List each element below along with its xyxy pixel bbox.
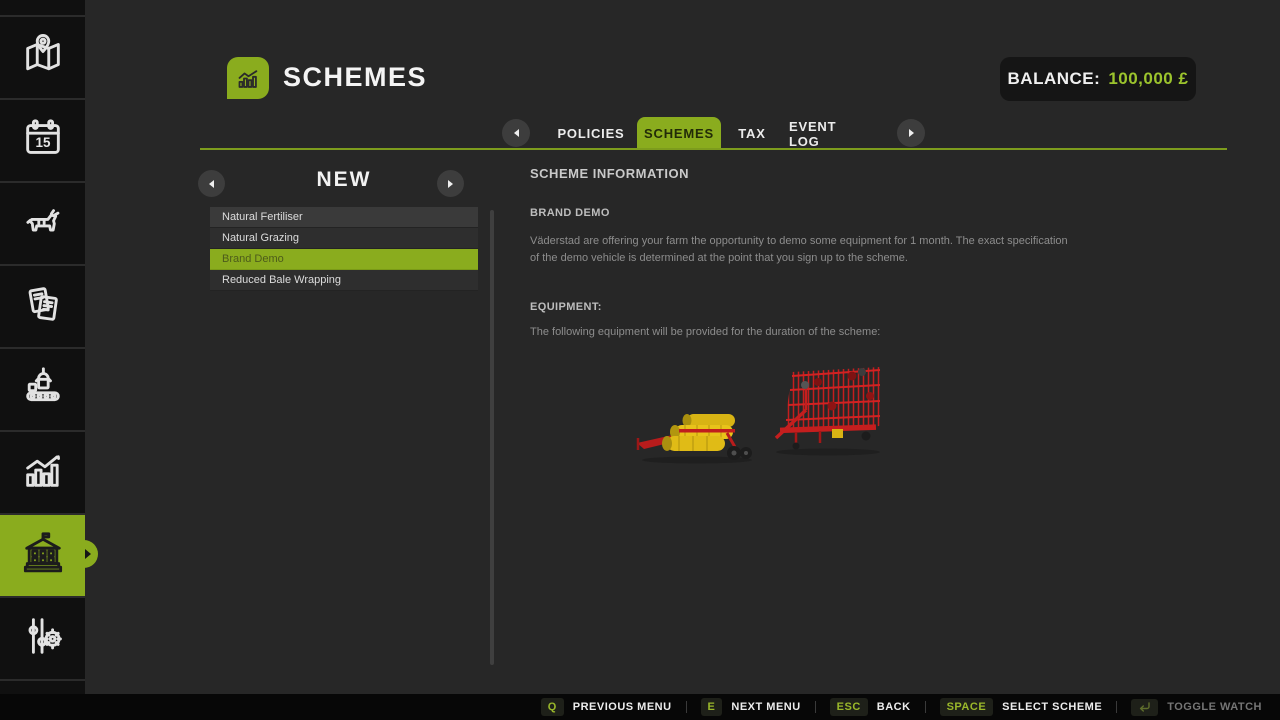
map-icon <box>20 32 66 83</box>
equipment-image-harrow <box>766 362 888 458</box>
page-title: SCHEMES <box>283 62 427 93</box>
hint-separator <box>1116 701 1117 713</box>
tabs-prev-button[interactable] <box>502 119 530 147</box>
active-item-bump <box>70 540 98 568</box>
hint-next-menu: E NEXT MENU <box>701 698 801 716</box>
sidebar-item-animals[interactable] <box>0 181 85 264</box>
return-arrow-icon <box>1131 699 1158 716</box>
sidebar-item-production[interactable] <box>0 347 85 430</box>
hint-separator <box>925 701 926 713</box>
calendar-icon: 15 <box>20 115 66 166</box>
balance-value: 100,000 £ <box>1108 69 1188 89</box>
next-arrow-icon <box>909 129 914 137</box>
bar-chart-icon <box>235 65 262 92</box>
sidebar: 15 <box>0 0 85 694</box>
sidebar-item-map[interactable] <box>0 15 85 98</box>
tabs-next-button[interactable] <box>897 119 925 147</box>
balance-display: BALANCE: 100,000 £ <box>1000 57 1196 101</box>
hint-previous-menu: Q PREVIOUS MENU <box>541 698 672 716</box>
contracts-icon <box>20 281 66 332</box>
tab-schemes[interactable]: SCHEMES <box>637 117 721 150</box>
keyboard-hints-bar: Q PREVIOUS MENU E NEXT MENU ESC BACK SPA… <box>0 694 1280 720</box>
svg-text:15: 15 <box>35 135 50 150</box>
scheme-description: Väderstad are offering your farm the opp… <box>530 233 1070 267</box>
key-esc: ESC <box>830 698 868 716</box>
sidebar-item-statistics[interactable] <box>0 430 85 513</box>
tab-event-log[interactable]: EVENT LOG <box>789 117 869 150</box>
schemes-page-icon <box>227 57 269 99</box>
next-arrow-icon <box>448 180 453 188</box>
key-q: Q <box>541 698 564 716</box>
hint-back: ESC BACK <box>830 698 911 716</box>
equipment-title: EQUIPMENT: <box>530 301 602 313</box>
list-item-reduced-bale-wrapping[interactable]: Reduced Bale Wrapping <box>210 270 478 291</box>
active-item-arrow-icon <box>85 549 91 559</box>
tabs-underline <box>200 148 1227 150</box>
list-item-natural-grazing[interactable]: Natural Grazing <box>210 228 478 249</box>
sidebar-item-calendar[interactable]: 15 <box>0 98 85 181</box>
sidebar-item-settings[interactable] <box>0 596 85 679</box>
equipment-text: The following equipment will be provided… <box>530 326 880 338</box>
schemes-screen: 15 <box>0 0 1280 720</box>
tab-policies[interactable]: POLICIES <box>557 117 625 150</box>
key-e: E <box>701 698 723 716</box>
prev-arrow-icon <box>514 129 519 137</box>
statistics-icon <box>20 447 66 498</box>
list-next-button[interactable] <box>437 170 464 197</box>
sidebar-divider <box>0 679 85 681</box>
bank-icon <box>20 530 66 581</box>
cow-icon <box>20 198 66 249</box>
settings-sliders-gear-icon <box>20 613 66 664</box>
equipment-image-roller <box>635 403 760 465</box>
hint-separator <box>686 701 687 713</box>
scheme-name: BRAND DEMO <box>530 207 610 219</box>
production-icon <box>20 364 66 415</box>
list-item-natural-fertiliser[interactable]: Natural Fertiliser <box>210 207 478 228</box>
tab-tax[interactable]: TAX <box>731 117 773 150</box>
key-space: SPACE <box>940 698 994 716</box>
hint-toggle-watch: TOGGLE WATCH <box>1131 699 1262 716</box>
hint-separator <box>815 701 816 713</box>
hint-select-scheme: SPACE SELECT SCHEME <box>940 698 1103 716</box>
balance-label: BALANCE: <box>1008 69 1101 89</box>
scheme-info-title: SCHEME INFORMATION <box>530 166 689 181</box>
list-item-brand-demo[interactable]: Brand Demo <box>210 249 478 270</box>
sidebar-item-contracts[interactable] <box>0 264 85 347</box>
scheme-list: Natural Fertiliser Natural Grazing Brand… <box>210 207 478 291</box>
list-scrollbar[interactable] <box>490 210 494 665</box>
